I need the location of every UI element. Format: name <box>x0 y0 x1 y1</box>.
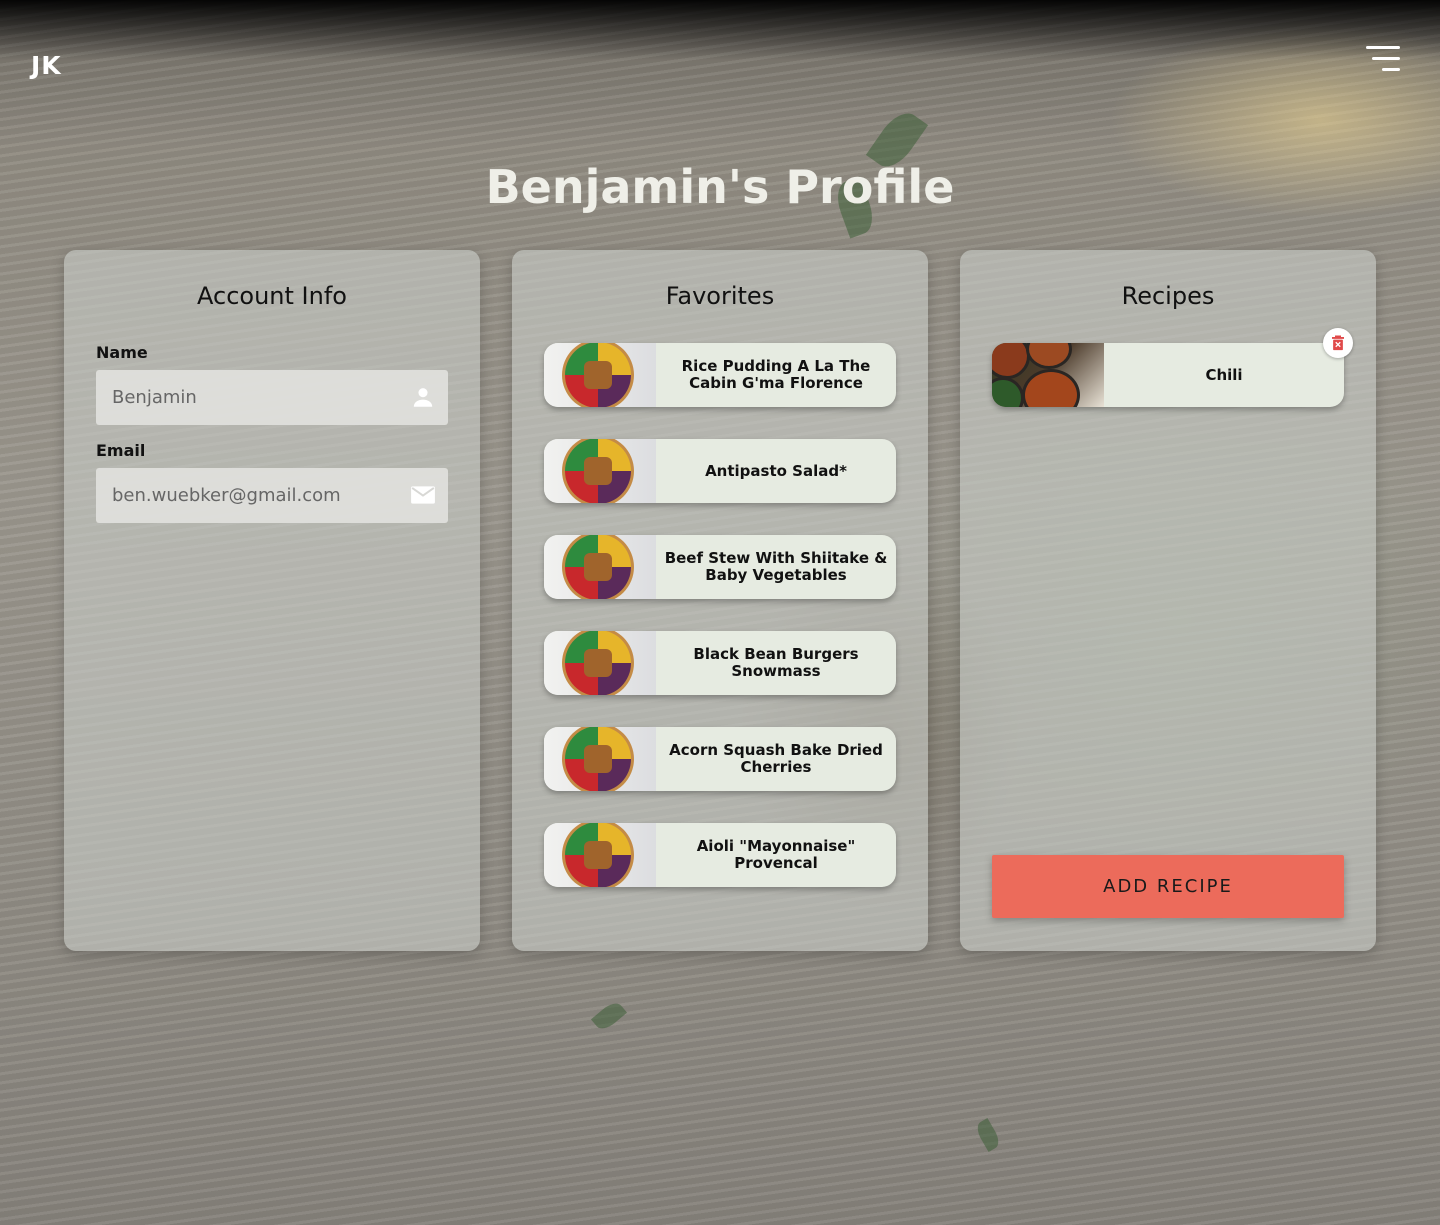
email-label: Email <box>96 441 146 460</box>
recipe-item[interactable]: Chili <box>992 343 1344 407</box>
favorite-item[interactable]: Rice Pudding A La The Cabin G'ma Florenc… <box>544 343 896 407</box>
favorite-item-label: Rice Pudding A La The Cabin G'ma Florenc… <box>681 357 871 392</box>
favorite-item[interactable]: Black Bean Burgers Snowmass <box>544 631 896 695</box>
account-info-card: Account Info Name Email <box>64 250 480 951</box>
recipe-thumbnail <box>544 535 656 599</box>
page-title: Benjamin's Profile <box>485 160 955 214</box>
favorites-card: Favorites Rice Pudding A La The Cabin G'… <box>512 250 928 951</box>
trash-icon <box>1332 335 1344 351</box>
account-info-title: Account Info <box>197 282 347 310</box>
recipe-thumbnail <box>992 343 1104 407</box>
delete-recipe-button[interactable] <box>1323 328 1353 358</box>
favorite-item-label: Acorn Squash Bake Dried Cherries <box>669 741 883 776</box>
add-recipe-button[interactable]: ADD RECIPE <box>992 855 1344 918</box>
herb-leaf-decoration <box>590 998 628 1034</box>
logo[interactable]: JK <box>31 51 62 80</box>
name-field <box>96 370 448 425</box>
favorite-item[interactable]: Beef Stew With Shiitake & Baby Vegetable… <box>544 535 896 599</box>
name-label: Name <box>96 343 148 362</box>
person-icon <box>413 388 433 407</box>
favorite-item-label: Beef Stew With Shiitake & Baby Vegetable… <box>664 549 888 584</box>
name-input[interactable] <box>112 370 392 425</box>
recipe-thumbnail <box>544 439 656 503</box>
recipe-thumbnail <box>544 727 656 791</box>
email-input[interactable] <box>112 468 392 523</box>
recipe-thumbnail <box>544 631 656 695</box>
favorite-item-label: Black Bean Burgers Snowmass <box>693 645 859 680</box>
email-field <box>96 468 448 523</box>
top-shade <box>0 0 1440 60</box>
recipes-card: Recipes Chili ADD RECIPE <box>960 250 1376 951</box>
favorites-title: Favorites <box>665 282 775 310</box>
herb-leaf-decoration <box>973 1118 1003 1152</box>
recipe-item-label: Chili <box>1205 365 1243 384</box>
favorite-item-label: Antipasto Salad* <box>705 461 847 480</box>
favorite-item[interactable]: Aioli "Mayonnaise" Provencal <box>544 823 896 887</box>
favorite-item-label: Aioli "Mayonnaise" Provencal <box>696 837 856 872</box>
recipe-thumbnail <box>544 823 656 887</box>
recipes-title: Recipes <box>1121 282 1215 310</box>
favorite-item[interactable]: Acorn Squash Bake Dried Cherries <box>544 727 896 791</box>
recipe-thumbnail <box>544 343 656 407</box>
mail-icon <box>411 486 435 504</box>
favorite-item[interactable]: Antipasto Salad* <box>544 439 896 503</box>
hamburger-menu-icon[interactable] <box>1366 46 1400 74</box>
